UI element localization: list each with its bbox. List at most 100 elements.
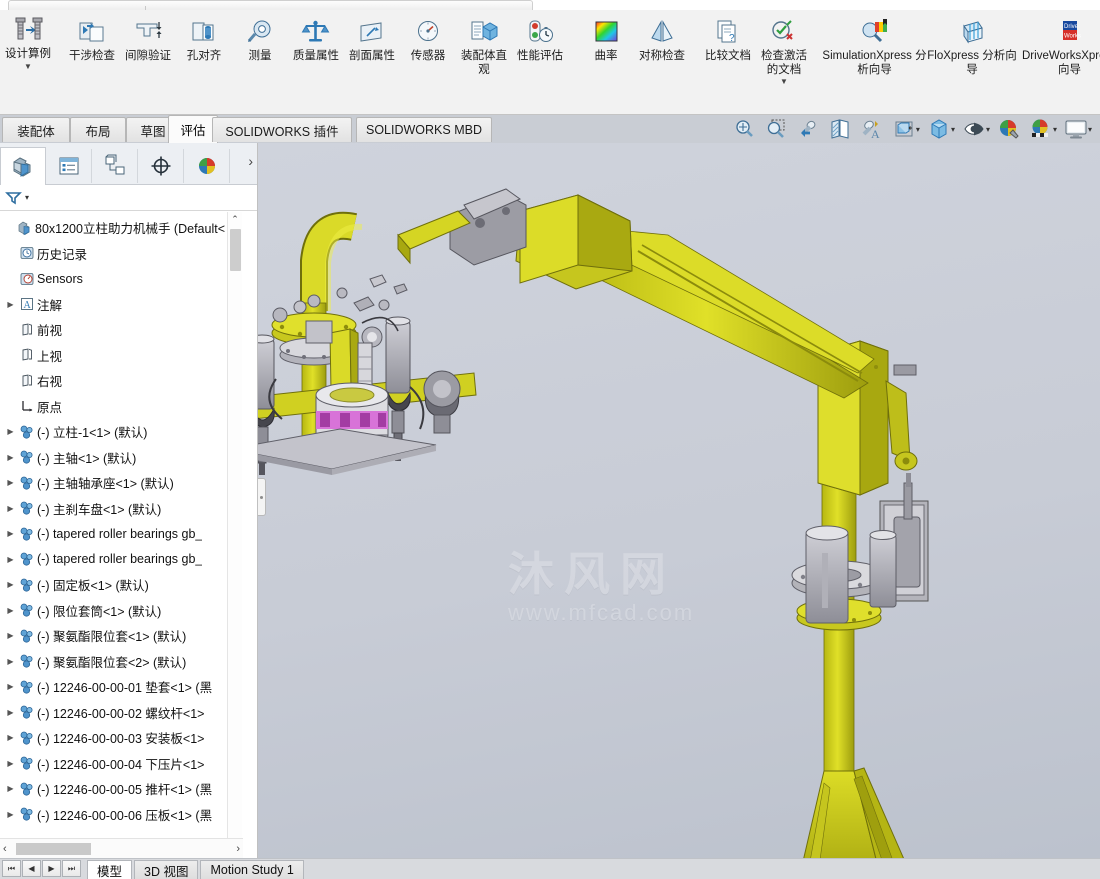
chevron-down-icon[interactable]: ▾ [1088, 125, 1092, 134]
tree-expand-arrow-icon[interactable]: ▶ [4, 504, 17, 513]
scroll-up-arrow-icon[interactable]: ⌃ [228, 212, 242, 227]
ribbon-button-performance-evaluation[interactable]: 性能评估 [512, 12, 568, 82]
ribbon-button-interference-check[interactable]: ⚡ 干涉检查 [64, 12, 120, 82]
ribbon-button-hole-alignment[interactable]: 孔对齐 [176, 12, 232, 82]
last-tab-button[interactable]: ⏭ [62, 860, 81, 877]
tree-node[interactable]: 原点 [0, 394, 243, 420]
dimxpert-manager-tab[interactable] [138, 148, 184, 183]
featuremanager-design-tree-tab[interactable] [0, 146, 46, 185]
tab-solidworks-addins[interactable]: SOLIDWORKS 插件 [212, 117, 352, 142]
tree-node[interactable]: ▶ (-) 聚氨酯限位套<1> (默认) [0, 623, 243, 649]
zoom-to-fit-icon[interactable] [729, 116, 759, 142]
ribbon-button-sensor[interactable]: 传感器 [400, 12, 456, 82]
tab-3d-views[interactable]: 3D 视图 [134, 860, 199, 879]
hide-show-items-icon[interactable] [959, 116, 989, 142]
previous-tab-button[interactable]: ◀ [22, 860, 41, 877]
tree-node[interactable]: ▶ (-) 12246-00-00-04 下压片<1> [0, 751, 243, 777]
tree-node[interactable]: ▶ (-) 12246-00-00-06 压板<1> (黑 [0, 802, 243, 828]
tree-expand-arrow-icon[interactable]: ▶ [4, 453, 17, 462]
tab-layout[interactable]: 布局 [70, 117, 126, 142]
tab-evaluate[interactable]: 评估 [168, 115, 218, 143]
zoom-to-area-icon[interactable] [761, 116, 791, 142]
tree-expand-arrow-icon[interactable]: ▶ [4, 682, 17, 691]
view-orientation-dynamic-icon[interactable]: A [857, 116, 887, 142]
tree-expand-arrow-icon[interactable]: ▶ [4, 784, 17, 793]
scrollbar-thumb[interactable] [230, 229, 241, 271]
first-tab-button[interactable]: ⏮ [2, 860, 21, 877]
tree-expand-arrow-icon[interactable]: ▶ [4, 631, 17, 640]
tree-node[interactable]: 上视 [0, 343, 243, 369]
tab-assembly[interactable]: 装配体 [2, 117, 70, 142]
ribbon-button-mass-properties[interactable]: 质量属性 [288, 12, 344, 82]
ribbon-button-floxpress[interactable]: FloXpress 分析向导 [927, 12, 1017, 82]
ribbon-button-compare-documents[interactable]: ? 比较文档 [700, 12, 756, 82]
ribbon-button-simulationxpress[interactable]: SimulationXpress 分析向导 [822, 12, 927, 82]
feature-tree-horizontal-scrollbar[interactable]: ‹ › [0, 838, 243, 858]
tree-node[interactable]: 右视 [0, 368, 243, 394]
ribbon-button-assembly-visualization[interactable]: 装配体直观 [456, 12, 512, 82]
ribbon-button-section-properties[interactable]: 剖面属性 [344, 12, 400, 82]
tree-node[interactable]: ▶ (-) 主轴轴承座<1> (默认) [0, 470, 243, 496]
ribbon-button-design-study[interactable]: 设计算例 ▼ [2, 12, 54, 115]
feature-tree-filter-bar[interactable]: ▾ [0, 185, 257, 211]
feature-tree-vertical-scrollbar[interactable]: ⌃ ⌄ [227, 212, 242, 879]
tab-solidworks-mbd[interactable]: SOLIDWORKS MBD [356, 117, 492, 142]
tree-node[interactable]: 前视 [0, 317, 243, 343]
ribbon-button-check-active-document[interactable]: 检查激活的文档 ▼ [756, 12, 812, 86]
tree-expand-arrow-icon[interactable]: ▶ [4, 478, 17, 487]
property-manager-tab[interactable] [46, 148, 92, 183]
scroll-right-arrow-icon[interactable]: › [236, 843, 240, 855]
chevron-down-icon[interactable]: ▼ [24, 62, 32, 70]
tree-node[interactable]: ▶ (-) tapered roller bearings gb_ [0, 521, 243, 547]
tree-node[interactable]: ▶ (-) 12246-00-00-03 安装板<1> [0, 725, 243, 751]
feature-tree[interactable]: 80x1200立柱助力机械手 (Default< 历史记录 Sensors ▶ A 注解前… [0, 212, 243, 879]
tree-expand-arrow-icon[interactable]: ▶ [4, 810, 17, 819]
view-orientation-icon[interactable] [924, 116, 954, 142]
tree-expand-arrow-icon[interactable]: ▶ [4, 427, 17, 436]
tree-expand-arrow-icon[interactable]: ▶ [4, 606, 17, 615]
chevron-down-icon[interactable]: ▼ [780, 78, 788, 86]
configuration-manager-tab[interactable] [92, 148, 138, 183]
tree-node[interactable]: ▶ (-) 聚氨酯限位套<2> (默认) [0, 649, 243, 675]
tree-node[interactable]: ▶ (-) 12246-00-00-05 推杆<1> (黑 [0, 776, 243, 802]
tree-expand-arrow-icon[interactable]: ▶ [4, 733, 17, 742]
tree-expand-arrow-icon[interactable]: ▶ [4, 580, 17, 589]
section-view-icon[interactable] [825, 116, 855, 142]
graphics-viewport[interactable]: 沐风网 www.mfcad.com 截图(Alt + A) Y X Z [258, 143, 1100, 858]
chevron-down-icon[interactable]: ▾ [951, 125, 955, 134]
chevron-down-icon[interactable]: ▾ [986, 125, 990, 134]
tree-node[interactable]: Sensors [0, 266, 243, 292]
ribbon-button-measure[interactable]: 测量 [232, 12, 288, 82]
tree-node[interactable]: ▶ (-) 12246-00-00-02 螺纹杆<1> [0, 700, 243, 726]
scroll-left-arrow-icon[interactable]: ‹ [3, 843, 7, 855]
next-tab-button[interactable]: ▶ [42, 860, 61, 877]
tree-node-root[interactable]: 80x1200立柱助力机械手 (Default< [0, 215, 243, 241]
display-style-icon[interactable] [889, 116, 919, 142]
scrollbar-thumb[interactable] [16, 843, 91, 855]
edit-appearance-icon[interactable] [994, 116, 1024, 142]
tab-model[interactable]: 模型 [87, 860, 133, 879]
tree-expand-arrow-icon[interactable]: ▶ [4, 759, 17, 768]
tree-node[interactable]: ▶ (-) 主刹车盘<1> (默认) [0, 496, 243, 522]
ribbon-button-clearance-verification[interactable]: 间隙验证 [120, 12, 176, 82]
apply-scene-icon[interactable] [1026, 116, 1056, 142]
tree-expand-arrow-icon[interactable]: ▶ [4, 555, 17, 564]
tree-node[interactable]: ▶ (-) tapered roller bearings gb_ [0, 547, 243, 573]
previous-view-icon[interactable] [793, 116, 823, 142]
tree-expand-arrow-icon[interactable]: ▶ [4, 300, 17, 309]
chevron-down-icon[interactable]: ▾ [916, 125, 920, 134]
tree-node[interactable]: ▶ (-) 固定板<1> (默认) [0, 572, 243, 598]
chevron-down-icon[interactable]: ▾ [25, 193, 29, 202]
ribbon-button-driveworksxpress[interactable]: Drive Works DriveWorksXpress 向导 [1017, 12, 1100, 82]
tree-node[interactable]: ▶ (-) 立柱-1<1> (默认) [0, 419, 243, 445]
tab-motion-study[interactable]: Motion Study 1 [200, 860, 304, 879]
tree-expand-arrow-icon[interactable]: ▶ [4, 708, 17, 717]
tree-expand-arrow-icon[interactable]: ▶ [4, 657, 17, 666]
ribbon-button-curvature[interactable]: 曲率 [578, 12, 634, 82]
more-tabs-button[interactable]: › [248, 153, 253, 169]
view-settings-icon[interactable] [1061, 116, 1091, 142]
tree-node[interactable]: ▶ (-) 限位套筒<1> (默认) [0, 598, 243, 624]
chevron-down-icon[interactable]: ▾ [1053, 125, 1057, 134]
tree-node[interactable]: ▶ (-) 主轴<1> (默认) [0, 445, 243, 471]
tree-expand-arrow-icon[interactable]: ▶ [4, 529, 17, 538]
